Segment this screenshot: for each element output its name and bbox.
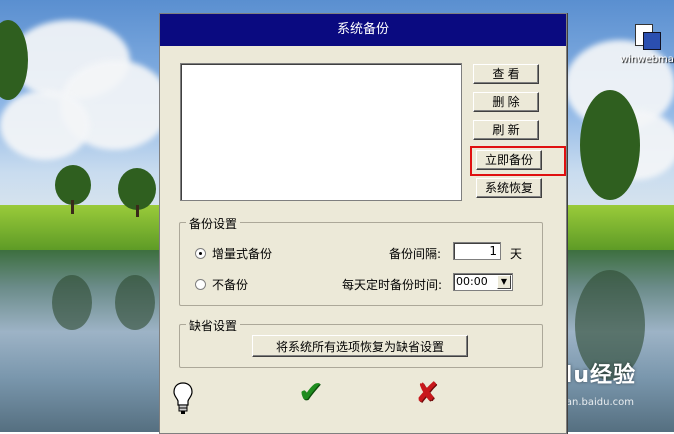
view-button[interactable]: 查 看 (473, 64, 539, 84)
desktop-icon-winwebmail[interactable]: winwebmai (620, 22, 674, 65)
app-icon (631, 22, 661, 52)
dialog-title: 系统备份 (160, 14, 566, 46)
restore-button[interactable]: 系统恢复 (476, 178, 542, 198)
default-settings-group: 缺省设置 将系统所有选项恢复为缺省设置 (179, 317, 543, 368)
cross-icon[interactable]: ✘ (415, 378, 438, 408)
delete-button[interactable]: 删 除 (473, 92, 539, 112)
no-backup-label: 不备份 (212, 278, 249, 292)
highlight-box (470, 146, 566, 176)
backup-settings-group: 备份设置 增量式备份 不备份 备份间隔: 天 每天定时备份时间: 00:00 ▼ (179, 215, 543, 306)
desktop-icon-label: winwebmai (620, 54, 674, 65)
incremental-radio-row[interactable]: 增量式备份 (195, 245, 272, 262)
daily-time-label: 每天定时备份时间: (342, 278, 443, 292)
no-backup-radio[interactable] (195, 279, 206, 290)
daily-time-value: 00:00 (456, 275, 488, 288)
checkmark-icon[interactable]: ✔ (298, 378, 323, 408)
incremental-radio[interactable] (195, 248, 206, 259)
chevron-down-icon[interactable]: ▼ (497, 275, 511, 289)
system-backup-dialog: 系统备份 查 看 删 除 刷 新 立即备份 系统恢复 备份设置 增量式备份 不备… (159, 13, 567, 434)
daily-time-select[interactable]: 00:00 ▼ (453, 273, 513, 291)
interval-label: 备份间隔: (389, 247, 442, 261)
refresh-button[interactable]: 刷 新 (473, 120, 539, 140)
default-settings-legend: 缺省设置 (186, 317, 241, 334)
incremental-label: 增量式备份 (212, 247, 273, 261)
interval-unit: 天 (510, 247, 523, 261)
backup-settings-legend: 备份设置 (186, 215, 241, 232)
backup-list[interactable] (180, 63, 462, 201)
lightbulb-icon[interactable] (172, 381, 194, 415)
no-backup-radio-row[interactable]: 不备份 (195, 276, 248, 293)
interval-input[interactable] (453, 242, 501, 260)
restore-defaults-button[interactable]: 将系统所有选项恢复为缺省设置 (252, 335, 468, 357)
